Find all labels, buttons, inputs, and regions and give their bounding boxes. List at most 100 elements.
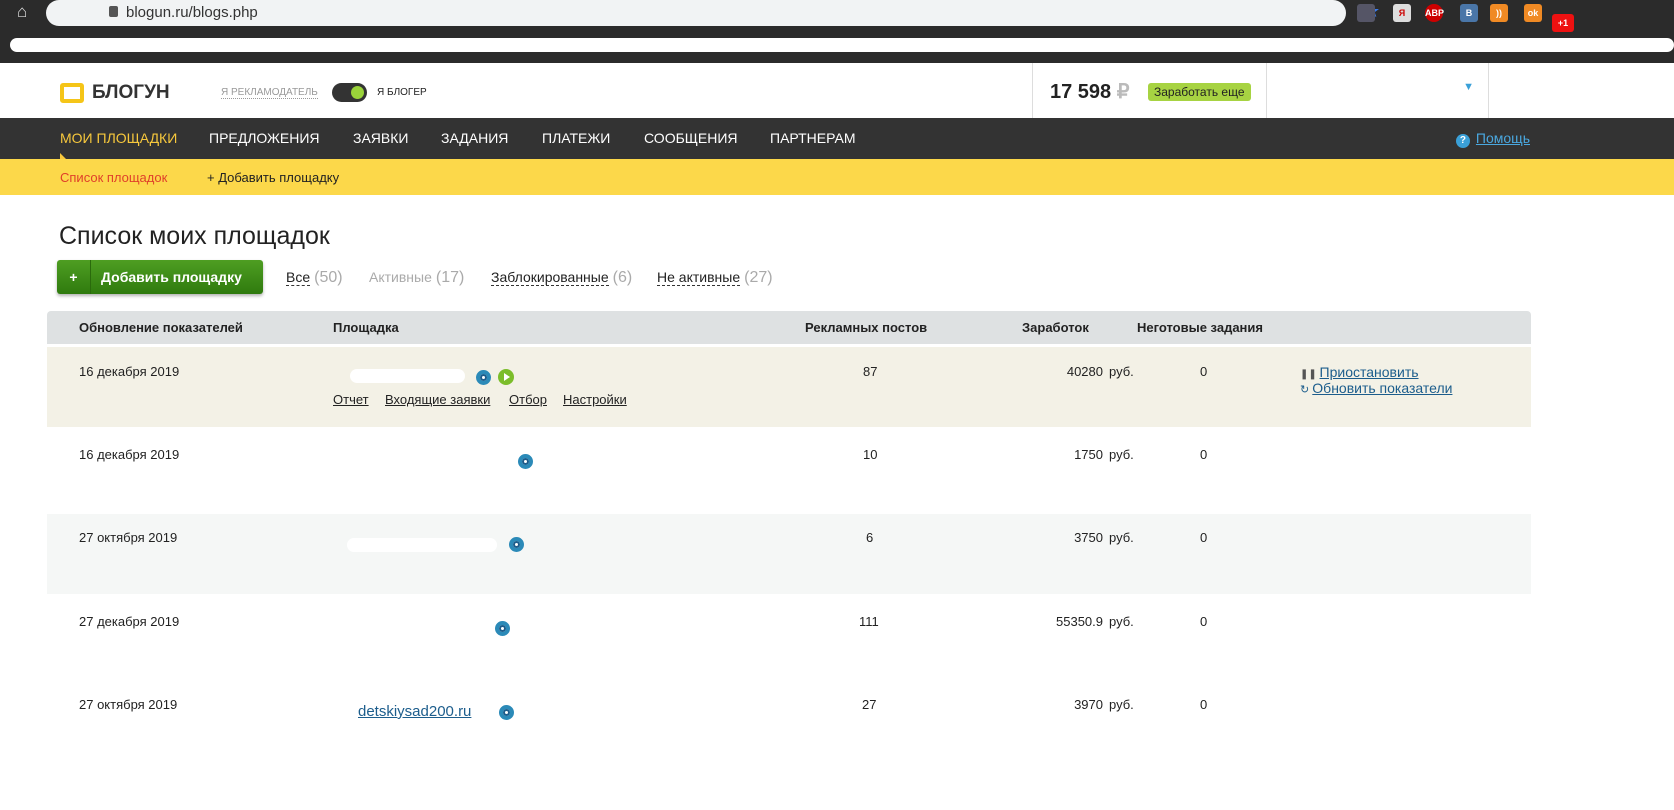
- yandex-extension-icon[interactable]: Я: [1393, 4, 1411, 22]
- logo-text: БЛОГУН: [92, 82, 170, 103]
- bookmarks-bar: [10, 38, 1674, 52]
- row-pending: 0: [1200, 447, 1208, 462]
- eye-icon[interactable]: [518, 454, 533, 469]
- table-row: 27 декабря 2019 111 55350.9 руб. 0: [47, 594, 1531, 674]
- logo[interactable]: БЛОГУН: [60, 82, 170, 104]
- col-posts[interactable]: Рекламных постов: [805, 320, 927, 335]
- row-earnings: 3970: [1074, 697, 1103, 712]
- rss-icon[interactable]: )): [1490, 4, 1508, 22]
- site-link[interactable]: [350, 369, 465, 383]
- browser-chrome: ⌂ blogun.ru/blogs.php ★ Я ABP B )) ok +1: [0, 0, 1674, 63]
- col-site[interactable]: Площадка: [333, 320, 399, 335]
- adblock-icon[interactable]: ABP: [1425, 4, 1444, 22]
- row-pending: 0: [1200, 364, 1208, 379]
- subnav-site-list[interactable]: Список площадок: [60, 170, 167, 185]
- table-row: 16 декабря 2019 Отчет Входящие заявки От…: [47, 347, 1531, 427]
- table-header: Обновление показателей Площадка Рекламны…: [47, 311, 1531, 344]
- sub-nav: Список площадок + Добавить площадку: [0, 159, 1674, 195]
- chevron-down-icon[interactable]: ▼: [1463, 81, 1474, 93]
- row-pending: 0: [1200, 697, 1208, 712]
- earn-more-button[interactable]: Заработать еще: [1148, 83, 1251, 101]
- balance-box: 17 598 ₽ Заработать еще: [1032, 63, 1267, 118]
- play-icon[interactable]: [498, 369, 514, 385]
- table-row: 27 октября 2019 detskiysad200.ru 27 3970…: [47, 677, 1531, 757]
- help-icon: ?: [1455, 134, 1470, 148]
- row-date: 27 октября 2019: [79, 530, 178, 545]
- page-title: Список моих площадок: [59, 222, 330, 250]
- row-pending: 0: [1200, 614, 1208, 629]
- col-earnings[interactable]: Заработок: [1022, 320, 1089, 335]
- currency-label: руб.: [1109, 447, 1134, 462]
- eye-icon[interactable]: [495, 621, 510, 636]
- subnav-add-site[interactable]: + Добавить площадку: [207, 170, 339, 185]
- balance-value: 17 598: [1050, 81, 1112, 103]
- currency-label: руб.: [1109, 697, 1134, 712]
- row-date: 27 декабря 2019: [79, 614, 180, 629]
- nav-messages[interactable]: СООБЩЕНИЯ: [644, 130, 738, 146]
- url-text[interactable]: blogun.ru/blogs.php: [126, 4, 258, 21]
- add-site-button[interactable]: + Добавить площадку: [57, 260, 263, 294]
- home-icon[interactable]: ⌂: [17, 2, 27, 22]
- currency-label: руб.: [1109, 530, 1134, 545]
- report-link[interactable]: Отчет: [333, 392, 369, 407]
- refresh-icon: ↻: [1300, 384, 1313, 396]
- row-posts: 87: [863, 364, 878, 379]
- table-row: 16 декабря 2019 10 1750 руб. 0: [47, 427, 1531, 507]
- extension-icon[interactable]: [1357, 4, 1375, 22]
- eye-icon[interactable]: [509, 537, 524, 552]
- selection-link[interactable]: Отбор: [509, 392, 547, 407]
- row-earnings: 55350.9: [1056, 614, 1103, 629]
- row-date: 27 октября 2019: [79, 697, 178, 712]
- settings-link[interactable]: Настройки: [563, 392, 627, 407]
- site-link[interactable]: detskiysad200.ru: [358, 703, 471, 720]
- add-site-label: Добавить площадку: [101, 269, 242, 285]
- row-date: 16 декабря 2019: [79, 364, 180, 379]
- filter-all[interactable]: Все (50): [286, 269, 343, 287]
- refresh-action[interactable]: ↻ Обновить показатели: [1300, 380, 1452, 396]
- row-posts: 10: [863, 447, 878, 462]
- currency-label: руб.: [1109, 614, 1134, 629]
- pause-action[interactable]: ❚❚ Приостановить: [1300, 364, 1419, 380]
- eye-icon[interactable]: [476, 370, 491, 385]
- row-posts: 6: [866, 530, 874, 545]
- vk-icon[interactable]: B: [1460, 4, 1478, 22]
- eye-icon[interactable]: [499, 705, 514, 720]
- filter-active[interactable]: Активные (17): [369, 269, 464, 287]
- row-date: 16 декабря 2019: [79, 447, 180, 462]
- help-link[interactable]: ? Помощь: [1455, 130, 1530, 148]
- main-nav: МОИ ПЛОЩАДКИ ПРЕДЛОЖЕНИЯ ЗАЯВКИ ЗАДАНИЯ …: [0, 118, 1674, 165]
- site-link[interactable]: [347, 538, 497, 552]
- filter-inactive[interactable]: Не активные (27): [657, 269, 773, 287]
- address-bar[interactable]: blogun.ru/blogs.php ★: [46, 0, 1380, 26]
- odnoklassniki-icon[interactable]: ok: [1524, 4, 1542, 22]
- help-label: Помощь: [1475, 130, 1530, 146]
- row-posts: 27: [862, 697, 877, 712]
- row-posts: 111: [859, 614, 879, 629]
- nav-tasks[interactable]: ЗАДАНИЯ: [441, 130, 508, 146]
- col-updated[interactable]: Обновление показателей: [79, 320, 243, 335]
- row-earnings: 40280: [1066, 364, 1103, 379]
- nav-payments[interactable]: ПЛАТЕЖИ: [542, 130, 610, 146]
- lock-icon: [109, 6, 118, 17]
- plus-icon: +: [57, 260, 91, 294]
- col-pending[interactable]: Неготовые задания: [1137, 320, 1263, 335]
- row-earnings: 1750: [1074, 447, 1103, 462]
- ruble-icon: ₽: [1116, 81, 1130, 103]
- incoming-requests-link[interactable]: Входящие заявки: [385, 392, 490, 407]
- nav-offers[interactable]: ПРЕДЛОЖЕНИЯ: [209, 130, 320, 146]
- currency-label: руб.: [1109, 364, 1134, 379]
- filter-blocked[interactable]: Заблокированные (6): [491, 269, 632, 287]
- nav-partners[interactable]: ПАРТНЕРАМ: [770, 130, 856, 146]
- blogger-mode-label: Я БЛОГЕР: [377, 87, 427, 98]
- advertiser-mode-link[interactable]: Я РЕКЛАМОДАТЕЛЬ: [221, 87, 318, 99]
- row-pending: 0: [1200, 530, 1208, 545]
- nav-requests[interactable]: ЗАЯВКИ: [353, 130, 408, 146]
- notification-badge[interactable]: +1: [1552, 14, 1574, 32]
- mode-toggle[interactable]: [332, 83, 367, 102]
- logo-icon: [60, 83, 84, 103]
- pause-icon: ❚❚: [1300, 369, 1320, 380]
- nav-my-sites[interactable]: МОИ ПЛОЩАДКИ: [60, 130, 177, 146]
- user-menu[interactable]: ▼: [1267, 63, 1489, 118]
- row-earnings: 3750: [1074, 530, 1103, 545]
- table-row: 27 октября 2019 6 3750 руб. 0: [47, 514, 1531, 594]
